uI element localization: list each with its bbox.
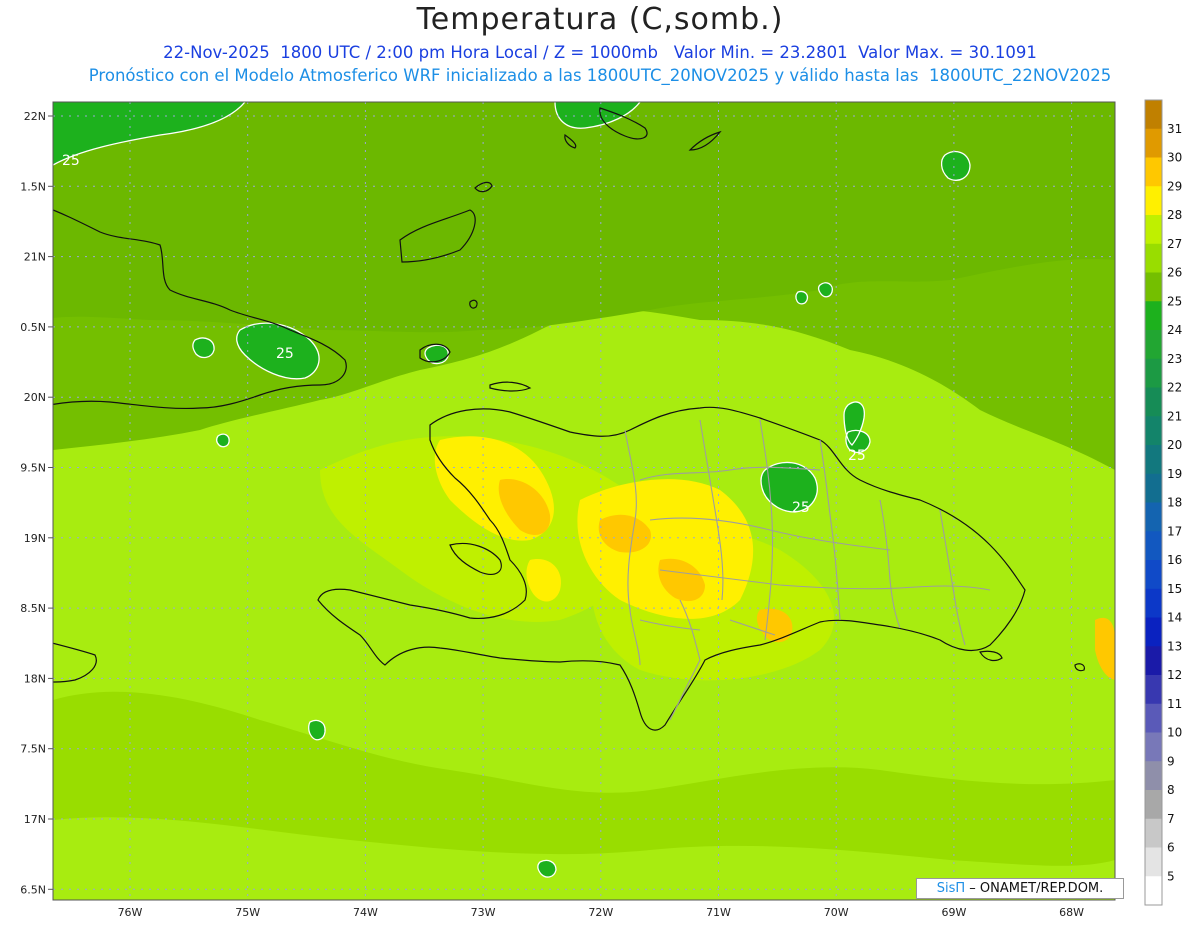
longitude-axis: 76W 75W 74W 73W 72W 71W 70W 69W 68W (118, 906, 1085, 919)
lat-tick-label: 18N (24, 672, 46, 685)
colorbar-label: 19 (1167, 467, 1182, 481)
colorbar-label: 30 (1167, 151, 1182, 165)
colorbar-label: 20 (1167, 438, 1182, 452)
colorbar-label: 6 (1167, 841, 1175, 855)
contour-label: 25 (792, 500, 810, 516)
colorbar-label: 10 (1167, 726, 1182, 740)
colorbar-label: 22 (1167, 381, 1182, 395)
lat-tick-label: 0.5N (20, 321, 46, 334)
lon-tick-label: 73W (471, 906, 496, 919)
colorbar-label: 17 (1167, 524, 1182, 538)
colorbar-segment (1145, 703, 1162, 733)
colorbar-label: 9 (1167, 754, 1175, 768)
colorbar-segment (1145, 761, 1162, 791)
lon-tick-label: 70W (824, 906, 849, 919)
colorbar-label: 24 (1167, 323, 1182, 337)
colorbar-label: 7 (1167, 812, 1175, 826)
latitude-axis: 22N 1.5N 21N 0.5N 20N 9.5N 19N 8.5N 18N 7.5N 17N 6.… (20, 110, 53, 896)
lat-tick-label: 1.5N (20, 180, 46, 193)
colorbar: 31 30 29 28 27 26 25 24 23 22 21 20 19 18 17 16 15 14 13 12… (1144, 99, 1182, 906)
colorbar-label: 31 (1167, 122, 1182, 136)
lat-tick-label: 17N (24, 813, 46, 826)
lat-tick-label: 22N (24, 110, 46, 123)
colorbar-label: 13 (1167, 639, 1182, 653)
colorbar-label: 18 (1167, 496, 1182, 510)
colorbar-segment (1145, 560, 1162, 590)
colorbar-segment (1145, 876, 1162, 906)
colorbar-segment (1145, 100, 1162, 130)
colorbar-label: 11 (1167, 697, 1182, 711)
lon-tick-label: 72W (588, 906, 613, 919)
colorbar-label: 16 (1167, 553, 1182, 567)
lon-tick-label: 74W (353, 906, 378, 919)
colorbar-label: 23 (1167, 352, 1182, 366)
lat-tick-label: 7.5N (20, 743, 46, 756)
colorbar-segment (1145, 358, 1162, 388)
colorbar-segment (1145, 387, 1162, 417)
colorbar-segment (1145, 157, 1162, 187)
lat-tick-label: 9.5N (20, 462, 46, 475)
colorbar-label: 15 (1167, 582, 1182, 596)
sispi-logo: SisΠ (936, 881, 966, 896)
temperature-map: 22N 1.5N 21N 0.5N 20N 9.5N 19N 8.5N 18N 7.5N 17N 6.… (20, 99, 1182, 919)
colorbar-segment (1145, 473, 1162, 503)
colorbar-segment (1145, 215, 1162, 245)
colorbar-label: 27 (1167, 237, 1182, 251)
contour-label: 25 (848, 448, 866, 464)
colorbar-segment (1145, 416, 1162, 446)
lon-tick-label: 71W (706, 906, 731, 919)
colorbar-segment (1145, 588, 1162, 618)
lon-tick-label: 75W (235, 906, 260, 919)
colorbar-segment (1145, 243, 1162, 273)
lat-tick-label: 19N (24, 532, 46, 545)
colorbar-segment (1145, 790, 1162, 820)
lat-tick-label: 20N (24, 391, 46, 404)
colorbar-segment (1145, 818, 1162, 848)
colorbar-label: 29 (1167, 179, 1182, 193)
colorbar-label: 5 (1167, 869, 1175, 883)
colorbar-label: 8 (1167, 783, 1175, 797)
colorbar-segment (1145, 272, 1162, 302)
colorbar-segment (1145, 847, 1162, 877)
lon-tick-label: 68W (1059, 906, 1084, 919)
colorbar-label: 28 (1167, 208, 1182, 222)
colorbar-label: 14 (1167, 611, 1182, 625)
lat-tick-label: 8.5N (20, 602, 46, 615)
colorbar-segment (1145, 675, 1162, 705)
colorbar-segment (1145, 128, 1162, 158)
colorbar-segment (1145, 301, 1162, 331)
colorbar-segment (1145, 646, 1162, 676)
colorbar-segment (1145, 445, 1162, 475)
colorbar-segment (1145, 531, 1162, 561)
colorbar-label: 21 (1167, 409, 1182, 423)
colorbar-label: 12 (1167, 668, 1182, 682)
lat-tick-label: 6.5N (20, 883, 46, 896)
colorbar-segment (1145, 186, 1162, 216)
colorbar-segment (1145, 502, 1162, 532)
contour-label: 25 (276, 346, 294, 362)
colorbar-label: 25 (1167, 294, 1182, 308)
lon-tick-label: 76W (118, 906, 143, 919)
colorbar-segment (1145, 617, 1162, 647)
contour-label: 25 (62, 153, 80, 169)
colorbar-label: 26 (1167, 266, 1182, 280)
credit-text: – ONAMET/REP.DOM. (965, 881, 1104, 896)
lat-tick-label: 21N (24, 251, 46, 264)
lon-tick-label: 69W (941, 906, 966, 919)
credit-box: SisΠ – ONAMET/REP.DOM. (916, 878, 1124, 899)
colorbar-segment (1145, 732, 1162, 762)
colorbar-segment (1145, 330, 1162, 360)
